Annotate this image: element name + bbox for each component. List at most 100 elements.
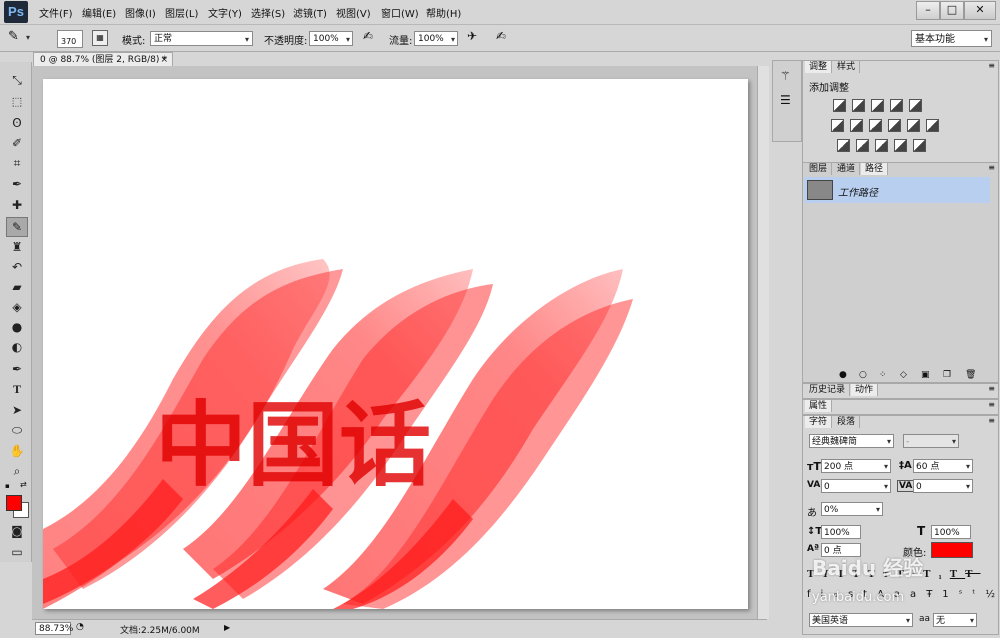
- language-select[interactable]: 美国英语 ▾: [809, 613, 913, 627]
- panel-menu-icon[interactable]: ≡: [988, 384, 995, 393]
- hand-tool-icon[interactable]: ✋: [8, 442, 26, 460]
- close-button[interactable]: ✕: [964, 1, 996, 20]
- type-tool-icon[interactable]: T: [8, 380, 26, 398]
- underline-icon[interactable]: T: [950, 568, 965, 580]
- menu-window[interactable]: 窗口(W): [381, 5, 419, 20]
- pen-tool-icon[interactable]: ✒: [8, 360, 26, 378]
- menu-edit[interactable]: 编辑(E): [82, 5, 116, 20]
- properties-dock-icon[interactable]: ☰: [780, 93, 791, 107]
- load-selection-icon[interactable]: ⁘: [879, 370, 887, 380]
- exposure-icon[interactable]: [890, 99, 903, 112]
- dodge-tool-icon[interactable]: ◐: [8, 338, 26, 356]
- strikethrough-icon[interactable]: T: [965, 568, 980, 580]
- vertical-scale-field[interactable]: 100%: [821, 525, 861, 539]
- history-dock-icon[interactable]: ⚚: [780, 69, 791, 83]
- ordinals-icon[interactable]: 1ˢᵗ: [942, 589, 985, 600]
- blur-tool-icon[interactable]: ●: [8, 318, 26, 336]
- panel-menu-icon[interactable]: ≡: [988, 416, 995, 425]
- document-canvas[interactable]: 中国话: [43, 79, 748, 609]
- mixer-icon[interactable]: [907, 119, 920, 132]
- pressure-opacity-icon[interactable]: ✍: [363, 29, 373, 43]
- selective-color-icon[interactable]: [894, 139, 907, 152]
- history-brush-tool-icon[interactable]: ↶: [8, 258, 26, 276]
- menu-file[interactable]: 文件(F): [39, 5, 73, 20]
- ellipse-tool-icon[interactable]: ⬭: [8, 421, 26, 439]
- tracking-field[interactable]: 0 ▾: [913, 479, 973, 493]
- balance-icon[interactable]: [850, 119, 863, 132]
- tab-adjustments[interactable]: 调整: [805, 61, 833, 73]
- foreground-color-swatch[interactable]: [6, 495, 22, 511]
- brush-size-preset[interactable]: 370: [57, 30, 83, 48]
- tab-history[interactable]: 历史记录: [805, 384, 851, 396]
- tab-character[interactable]: 字符: [805, 416, 833, 428]
- mode-select[interactable]: 正常 ▾: [150, 31, 253, 46]
- minimize-button[interactable]: –: [916, 1, 940, 20]
- invert-icon[interactable]: [837, 139, 850, 152]
- brush-tool-icon[interactable]: ✎: [8, 29, 19, 44]
- zoom-field[interactable]: 88.73%: [35, 622, 73, 635]
- close-tab-icon[interactable]: ×: [160, 53, 168, 67]
- crop-tool-icon[interactable]: ⌗: [8, 154, 26, 172]
- tsume-field[interactable]: 0% ▾: [821, 502, 883, 516]
- path-row[interactable]: 工作路径: [804, 177, 990, 203]
- brush-tool-icon[interactable]: ✎: [6, 217, 28, 237]
- pressure-size-icon[interactable]: ✍: [496, 29, 506, 43]
- restore-button[interactable]: □: [940, 1, 964, 20]
- menu-image[interactable]: 图像(I): [125, 5, 156, 20]
- eraser-tool-icon[interactable]: ▰: [8, 278, 26, 296]
- tab-paragraph[interactable]: 段落: [833, 416, 861, 428]
- menu-filter[interactable]: 滤镜(T): [293, 5, 327, 20]
- vibrance-icon[interactable]: [909, 99, 922, 112]
- tab-actions[interactable]: 动作: [851, 384, 879, 396]
- screen-mode-icon[interactable]: ▭: [8, 543, 26, 561]
- gradient-map-icon[interactable]: [913, 139, 926, 152]
- workspace-select[interactable]: 基本功能 ▾: [911, 30, 992, 47]
- flow-field[interactable]: 100% ▾: [414, 31, 458, 46]
- posterize-icon[interactable]: [856, 139, 869, 152]
- zoom-tool-icon[interactable]: ⌕: [8, 462, 26, 480]
- quick-mask-icon[interactable]: ◙: [8, 522, 26, 540]
- brush-panel-icon[interactable]: ▦: [92, 30, 108, 46]
- tab-layers[interactable]: 图层: [805, 163, 833, 175]
- panel-menu-icon[interactable]: ≡: [988, 61, 995, 70]
- fill-path-icon[interactable]: ●: [839, 370, 847, 380]
- curves-icon[interactable]: [871, 99, 884, 112]
- document-tab[interactable]: 0 @ 88.7% (图层 2, RGB/8) * ×: [33, 52, 173, 66]
- leading-field[interactable]: 60 点 ▾: [913, 459, 973, 473]
- default-colors-icon[interactable]: ▪: [5, 482, 10, 490]
- brightness-icon[interactable]: [833, 99, 846, 112]
- ornament-icon[interactable]: Ŧ: [926, 589, 942, 600]
- healing-brush-tool-icon[interactable]: ✚: [8, 196, 26, 214]
- panel-menu-icon[interactable]: ≡: [988, 400, 995, 409]
- levels-icon[interactable]: [852, 99, 865, 112]
- paint-bucket-tool-icon[interactable]: ◈: [8, 298, 26, 316]
- move-tool-icon[interactable]: ⤡: [8, 71, 26, 89]
- quick-select-tool-icon[interactable]: ✐: [8, 134, 26, 152]
- status-menu-arrow-icon[interactable]: ▶: [224, 623, 230, 632]
- lookup-icon[interactable]: [926, 119, 939, 132]
- horizontal-scale-field[interactable]: 100%: [931, 525, 971, 539]
- bw-icon[interactable]: [869, 119, 882, 132]
- subscript-icon[interactable]: T₁: [923, 568, 950, 580]
- path-select-tool-icon[interactable]: ➤: [8, 401, 26, 419]
- eyedropper-tool-icon[interactable]: ✒: [8, 175, 26, 193]
- chevron-down-icon[interactable]: ▾: [26, 33, 30, 42]
- menu-view[interactable]: 视图(V): [336, 5, 371, 20]
- photo-filter-icon[interactable]: [888, 119, 901, 132]
- panel-menu-icon[interactable]: ≡: [988, 163, 995, 172]
- opacity-field[interactable]: 100% ▾: [309, 31, 353, 46]
- new-path-icon[interactable]: ❐: [943, 370, 951, 380]
- fractions-icon[interactable]: ½: [985, 589, 1000, 600]
- text-color-swatch[interactable]: [931, 542, 973, 558]
- vertical-scrollbar[interactable]: [757, 66, 769, 619]
- stroke-path-icon[interactable]: ○: [859, 370, 867, 380]
- clone-stamp-tool-icon[interactable]: ♜: [8, 238, 26, 256]
- tab-channels[interactable]: 通道: [833, 163, 861, 175]
- swap-colors-icon[interactable]: ⇄: [20, 480, 27, 489]
- add-mask-icon[interactable]: ▣: [921, 370, 930, 380]
- menu-layer[interactable]: 图层(L): [165, 5, 198, 20]
- font-family-select[interactable]: 经典魏碑简 ▾: [809, 434, 894, 448]
- font-style-select[interactable]: - ▾: [903, 434, 959, 448]
- airbrush-icon[interactable]: ✈: [467, 29, 477, 43]
- antialias-select[interactable]: 无 ▾: [933, 613, 977, 627]
